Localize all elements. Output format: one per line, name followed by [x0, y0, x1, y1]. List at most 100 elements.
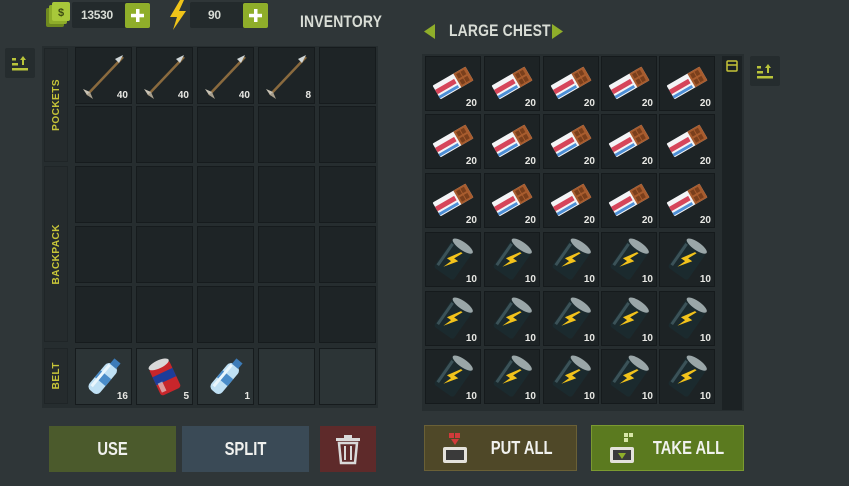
item-count: 10 — [465, 391, 477, 402]
item-count: 10 — [524, 333, 536, 344]
belt-slot[interactable] — [319, 348, 376, 405]
coins-value: 13530 — [81, 8, 113, 22]
chest-slot[interactable]: 10 — [543, 349, 599, 404]
item-count: 20 — [641, 215, 653, 226]
backpack-slot[interactable] — [258, 166, 315, 223]
chest-slot[interactable]: 10 — [425, 232, 481, 287]
pocket-slot[interactable] — [319, 106, 376, 163]
backpack-slot[interactable] — [75, 286, 132, 343]
chest-slot[interactable]: 20 — [601, 114, 657, 169]
use-button[interactable]: USE — [49, 426, 176, 472]
backpack-slot[interactable] — [319, 166, 376, 223]
chest-slot[interactable]: 20 — [425, 56, 481, 111]
item-count: 20 — [699, 98, 711, 109]
backpack-slot[interactable] — [136, 226, 193, 283]
chest-slot[interactable]: 20 — [425, 173, 481, 228]
chevron-right-icon[interactable] — [551, 24, 563, 39]
take-all-icon — [610, 433, 634, 463]
chest-scrollbar[interactable] — [722, 56, 742, 410]
chest-slot[interactable]: 20 — [543, 114, 599, 169]
pocket-slot[interactable] — [258, 106, 315, 163]
sort-icon — [757, 64, 773, 79]
belt-slot[interactable]: 1 — [197, 348, 254, 405]
chest-slot[interactable]: 20 — [659, 114, 715, 169]
inventory-sort-button[interactable] — [5, 48, 35, 78]
chest-slot[interactable]: 20 — [425, 114, 481, 169]
put-all-label: PUT ALL — [490, 437, 553, 458]
pocket-slot[interactable]: 40 — [75, 47, 132, 104]
backpack-slot[interactable] — [197, 226, 254, 283]
plus-icon — [249, 8, 262, 22]
item-count: 10 — [465, 274, 477, 285]
item-count: 20 — [465, 156, 477, 167]
pocket-slot[interactable] — [319, 47, 376, 104]
item-count: 10 — [583, 333, 595, 344]
backpack-slot[interactable] — [319, 226, 376, 283]
pockets-label: POCKETS — [50, 79, 62, 131]
chest-slot[interactable]: 20 — [659, 173, 715, 228]
chest-slot[interactable]: 10 — [659, 291, 715, 346]
chest-slot[interactable]: 20 — [484, 56, 540, 111]
item-count: 10 — [524, 391, 536, 402]
item-count: 10 — [641, 274, 653, 285]
pocket-slot[interactable] — [136, 106, 193, 163]
pocket-slot[interactable] — [75, 106, 132, 163]
chest-slot[interactable]: 20 — [659, 56, 715, 111]
chest-slot[interactable]: 20 — [543, 56, 599, 111]
pocket-slot[interactable]: 40 — [136, 47, 193, 104]
backpack-slot[interactable] — [258, 226, 315, 283]
use-button-label: USE — [97, 438, 128, 459]
chest-slot[interactable]: 20 — [543, 173, 599, 228]
item-count: 40 — [177, 90, 189, 101]
chest-slot[interactable]: 10 — [543, 291, 599, 346]
chest-slot[interactable]: 10 — [543, 232, 599, 287]
item-count: 20 — [641, 156, 653, 167]
chest-slot[interactable]: 10 — [659, 349, 715, 404]
take-all-button[interactable]: TAKE ALL — [591, 425, 744, 471]
belt-slot[interactable]: 5 — [136, 348, 193, 405]
split-button[interactable]: SPLIT — [182, 426, 309, 472]
pocket-slot[interactable]: 40 — [197, 47, 254, 104]
chest-sort-button[interactable] — [750, 56, 780, 86]
backpack-slot[interactable] — [197, 286, 254, 343]
chevron-left-icon[interactable] — [424, 24, 436, 39]
chest-slot[interactable]: 20 — [601, 173, 657, 228]
pocket-slot[interactable]: 8 — [258, 47, 315, 104]
pocket-slot[interactable] — [197, 106, 254, 163]
backpack-tab: BACKPACK — [44, 166, 68, 342]
belt-label: BELT — [50, 362, 62, 390]
backpack-slot[interactable] — [319, 286, 376, 343]
put-all-button[interactable]: PUT ALL — [424, 425, 577, 471]
delete-button[interactable] — [320, 426, 376, 472]
add-coins-button[interactable] — [125, 2, 150, 28]
chest-slot[interactable]: 10 — [484, 232, 540, 287]
chest-slot[interactable]: 10 — [601, 349, 657, 404]
chest-slot[interactable]: 10 — [484, 349, 540, 404]
chest-slot[interactable]: 20 — [601, 56, 657, 111]
chest-slot[interactable]: 10 — [601, 232, 657, 287]
chest-slot[interactable]: 10 — [659, 232, 715, 287]
backpack-slot[interactable] — [258, 286, 315, 343]
chest-slot[interactable]: 10 — [484, 291, 540, 346]
backpack-slot[interactable] — [136, 166, 193, 223]
item-count: 20 — [524, 156, 536, 167]
item-count: 20 — [524, 215, 536, 226]
item-count: 20 — [583, 156, 595, 167]
add-energy-button[interactable] — [243, 2, 268, 28]
inventory-title: INVENTORY — [300, 12, 383, 31]
belt-slot[interactable]: 16 — [75, 348, 132, 405]
backpack-slot[interactable] — [197, 166, 254, 223]
chest-slot[interactable]: 20 — [484, 114, 540, 169]
chest-slot[interactable]: 20 — [484, 173, 540, 228]
belt-slot[interactable] — [258, 348, 315, 405]
backpack-slot[interactable] — [136, 286, 193, 343]
item-count: 8 — [305, 90, 311, 101]
chest-slot[interactable]: 10 — [425, 291, 481, 346]
chest-title: LARGE CHEST — [449, 21, 551, 40]
chest-slot[interactable]: 10 — [425, 349, 481, 404]
item-count: 10 — [524, 274, 536, 285]
chest-slot[interactable]: 10 — [601, 291, 657, 346]
backpack-slot[interactable] — [75, 166, 132, 223]
item-count: 16 — [116, 391, 128, 402]
backpack-slot[interactable] — [75, 226, 132, 283]
